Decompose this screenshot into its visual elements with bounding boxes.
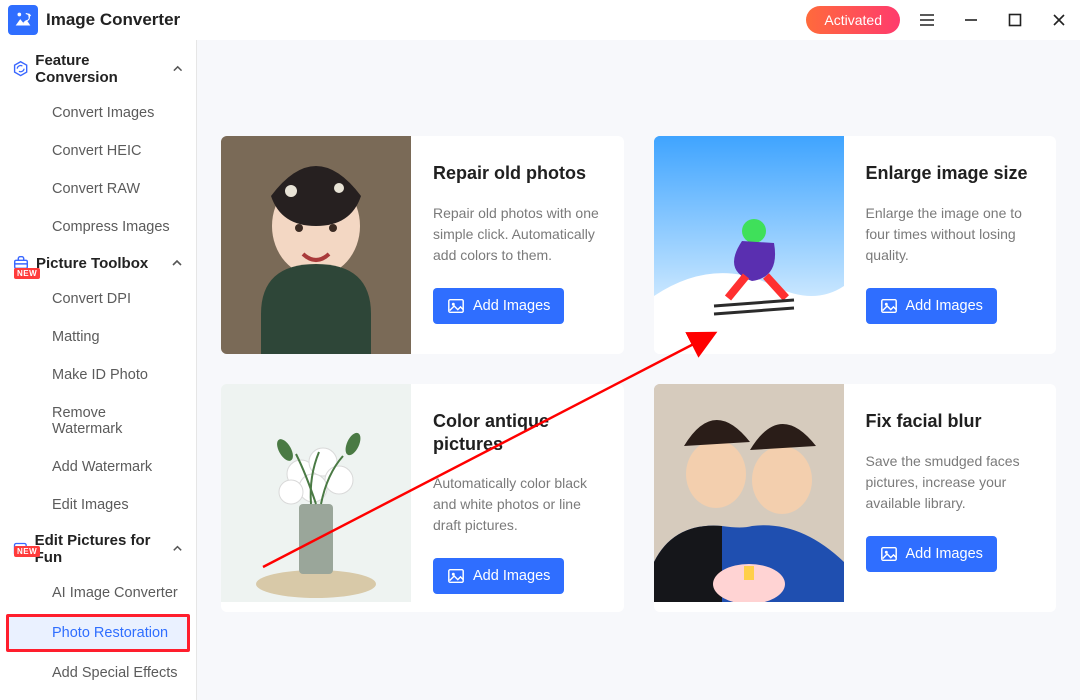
add-images-button[interactable]: Add Images xyxy=(433,288,564,324)
sidebar-item-convert-heic[interactable]: Convert HEIC xyxy=(6,132,190,170)
hamburger-menu-icon[interactable] xyxy=(918,11,936,29)
sidebar-item-make-id-photo[interactable]: Make ID Photo xyxy=(6,356,190,394)
card-fix-facial-blur: Fix facial blur Save the smudged faces p… xyxy=(654,384,1057,612)
thumb-skier-icon xyxy=(654,136,844,354)
button-label: Add Images xyxy=(473,568,550,584)
sidebar-item-add-watermark[interactable]: Add Watermark xyxy=(6,448,190,486)
card-repair-old-photos: Repair old photos Repair old photos with… xyxy=(221,136,624,354)
chevron-up-icon xyxy=(171,542,184,556)
add-images-button[interactable]: Add Images xyxy=(866,536,997,572)
section-label: Edit Pictures for Fun xyxy=(35,532,171,566)
add-images-button[interactable]: Add Images xyxy=(433,558,564,594)
button-label: Add Images xyxy=(906,298,983,314)
sidebar-item-add-special-effects[interactable]: Add Special Effects xyxy=(6,654,190,692)
sidebar: Feature Conversion Convert Images Conver… xyxy=(0,40,197,700)
close-icon[interactable] xyxy=(1050,11,1068,29)
app-title: Image Converter xyxy=(46,10,180,30)
app-logo-icon xyxy=(8,5,38,35)
sidebar-item-pic-collage[interactable]: Pic Collage xyxy=(6,692,190,700)
card-title: Fix facial blur xyxy=(866,410,1035,433)
card-title: Color antique pictures xyxy=(433,410,602,455)
new-badge: NEW xyxy=(14,268,40,279)
image-icon xyxy=(447,567,465,585)
card-desc: Save the smudged faces pictures, increas… xyxy=(866,451,1035,514)
sidebar-item-compress-images[interactable]: Compress Images xyxy=(6,208,190,246)
card-enlarge-image-size: Enlarge image size Enlarge the image one… xyxy=(654,136,1057,354)
main-content: Repair old photos Repair old photos with… xyxy=(197,40,1080,700)
thumb-selfie-icon xyxy=(654,384,844,602)
image-icon xyxy=(880,297,898,315)
title-bar: Image Converter Activated xyxy=(0,0,1080,40)
button-label: Add Images xyxy=(906,546,983,562)
image-icon xyxy=(447,297,465,315)
section-label: Feature Conversion xyxy=(35,52,170,86)
sidebar-section-feature-conversion[interactable]: Feature Conversion xyxy=(0,44,196,94)
new-badge: NEW xyxy=(14,546,40,557)
sidebar-item-photo-restoration[interactable]: Photo Restoration xyxy=(6,614,190,652)
card-title: Repair old photos xyxy=(433,162,602,185)
sidebar-item-matting[interactable]: Matting xyxy=(6,318,190,356)
sidebar-item-convert-images[interactable]: Convert Images xyxy=(6,94,190,132)
thumb-flowers-icon xyxy=(221,384,411,602)
button-label: Add Images xyxy=(473,298,550,314)
convert-icon xyxy=(12,60,29,78)
image-icon xyxy=(880,545,898,563)
card-desc: Repair old photos with one simple click.… xyxy=(433,203,602,266)
sidebar-item-convert-dpi[interactable]: Convert DPI xyxy=(6,280,190,318)
card-desc: Enlarge the image one to four times with… xyxy=(866,203,1035,266)
minimize-icon[interactable] xyxy=(962,11,980,29)
thumb-vintage-portrait-icon xyxy=(221,136,411,354)
chevron-up-icon xyxy=(171,62,184,76)
activated-badge[interactable]: Activated xyxy=(806,6,900,34)
maximize-icon[interactable] xyxy=(1006,11,1024,29)
sidebar-item-edit-images[interactable]: Edit Images xyxy=(6,486,190,524)
sidebar-item-convert-raw[interactable]: Convert RAW xyxy=(6,170,190,208)
card-title: Enlarge image size xyxy=(866,162,1035,185)
add-images-button[interactable]: Add Images xyxy=(866,288,997,324)
sidebar-item-ai-image-converter[interactable]: AI Image Converter xyxy=(6,574,190,612)
card-desc: Automatically color black and white phot… xyxy=(433,473,602,536)
section-label: Picture Toolbox xyxy=(36,255,148,272)
chevron-up-icon xyxy=(170,256,184,270)
sidebar-item-remove-watermark[interactable]: Remove Watermark xyxy=(6,394,190,448)
card-color-antique-pictures: Color antique pictures Automatically col… xyxy=(221,384,624,612)
